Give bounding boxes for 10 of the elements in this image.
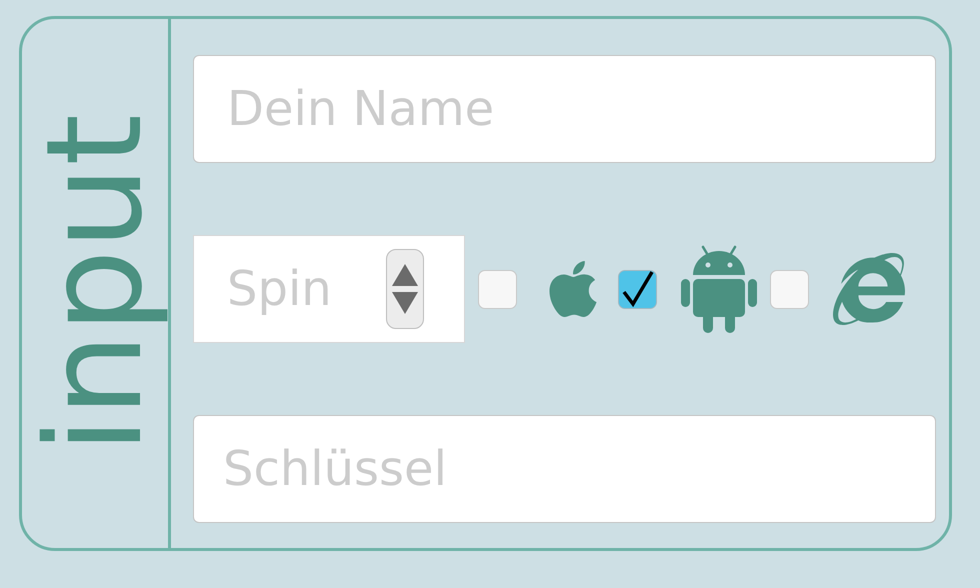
checkmark-icon xyxy=(620,270,654,308)
checkbox[interactable] xyxy=(478,270,517,308)
panel-title: input xyxy=(22,114,172,454)
down-triangle-icon[interactable] xyxy=(392,292,418,314)
checkbox[interactable] xyxy=(770,270,809,308)
spinner-control[interactable] xyxy=(386,249,424,329)
letter-e-orbit-icon xyxy=(833,253,905,325)
checkbox[interactable] xyxy=(618,270,657,308)
up-triangle-icon[interactable] xyxy=(392,264,418,286)
android-robot-icon xyxy=(681,245,757,333)
